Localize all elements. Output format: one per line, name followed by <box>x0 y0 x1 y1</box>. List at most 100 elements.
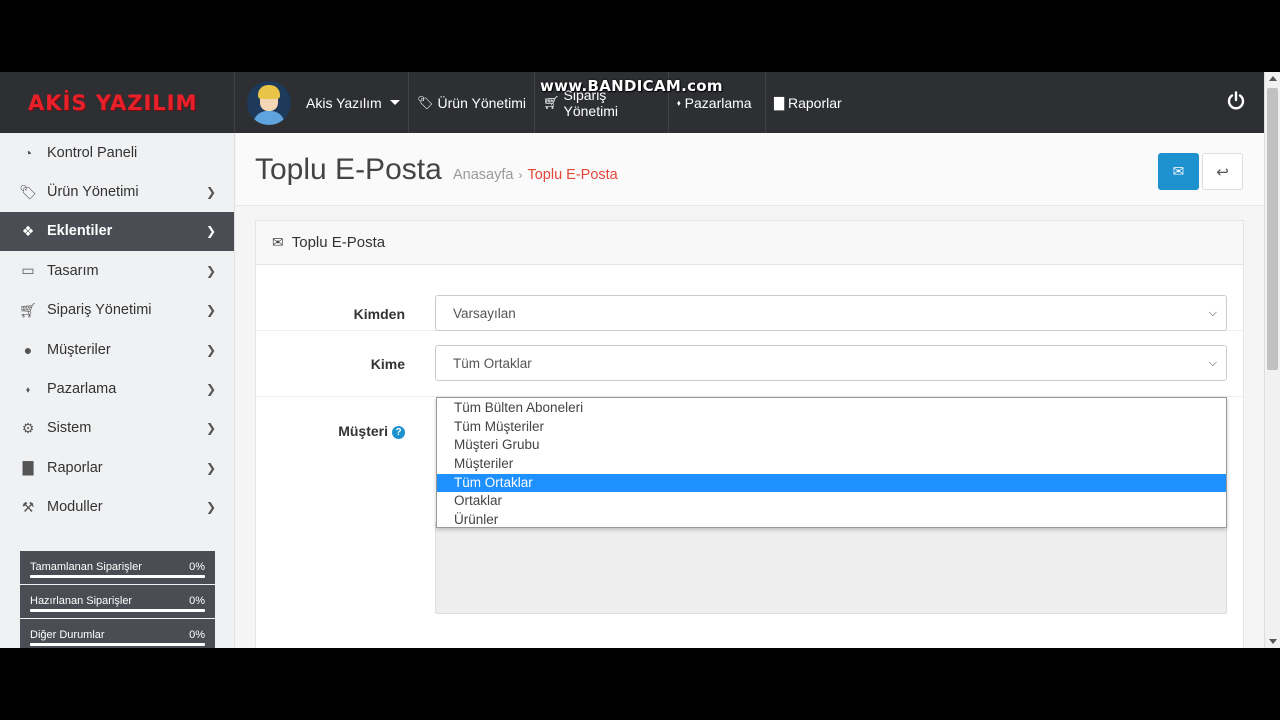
dropdown-option-selected[interactable]: Tüm Ortaklar <box>437 473 1226 493</box>
sidebar: ◔ Kontrol Paneli 🏷︎ Ürün Yönetimi ❯ ❖ Ek… <box>0 133 235 648</box>
dropdown-option[interactable]: Ortaklar <box>437 492 1226 511</box>
from-select[interactable]: Varsayılan ⌵ <box>435 295 1227 331</box>
topnav-urun-yonetimi[interactable]: 🏷︎ Ürün Yönetimi <box>409 72 535 133</box>
page-title: Toplu E-Posta <box>255 153 442 186</box>
form-row-to: Kime Tüm Ortaklar ⌵ <box>256 331 1243 397</box>
stat-value: 0% <box>189 561 205 573</box>
progress-bar <box>30 609 205 612</box>
breadcrumb-separator-icon: › <box>518 168 523 182</box>
sidebar-item-label: Sipariş Yönetimi <box>47 302 152 319</box>
chevron-right-icon: ❯ <box>205 303 216 318</box>
bar-chart-icon: ▇ <box>774 94 784 110</box>
topnav-label: Ürün Yönetimi <box>437 94 526 111</box>
form-row-from: Kimden Varsayılan ⌵ <box>256 265 1243 331</box>
sidebar-item-label: Pazarlama <box>47 381 117 398</box>
dropdown-option[interactable]: Ürünler <box>437 511 1226 530</box>
help-icon[interactable]: ? <box>392 426 405 439</box>
share-icon: ⬪ <box>677 94 681 110</box>
scroll-up-icon[interactable] <box>1269 76 1277 81</box>
avatar <box>247 80 291 125</box>
scroll-down-icon[interactable] <box>1269 639 1277 644</box>
tags-icon: 🏷︎ <box>417 94 434 110</box>
sidebar-item-label: Ürün Yönetimi <box>47 184 139 201</box>
topnav-raporlar[interactable]: ▇ Raporlar <box>766 72 856 133</box>
panel-title: Toplu E-Posta <box>291 234 386 251</box>
customer-input-area[interactable] <box>435 522 1227 614</box>
page-scrollbar[interactable] <box>1264 72 1280 648</box>
topnav-label: Raporlar <box>788 94 842 111</box>
stat-other-statuses: Diğer Durumlar 0% <box>20 619 215 648</box>
sidebar-item-label: Sistem <box>47 420 92 437</box>
sidebar-item-moduller[interactable]: ⚒︎ Moduller ❯ <box>0 488 234 527</box>
puzzle-icon: ❖ <box>21 222 35 239</box>
sidebar-item-label: Müşteriler <box>47 341 111 358</box>
breadcrumb-home[interactable]: Anasayfa <box>453 167 513 183</box>
chevron-right-icon: ❯ <box>205 382 216 397</box>
plug-icon: ⚒︎ <box>21 498 35 515</box>
chevron-right-icon: ❯ <box>205 185 216 200</box>
reply-icon: ↩︎ <box>1216 163 1229 181</box>
envelope-icon: ✉︎ <box>1172 163 1185 179</box>
sidebar-item-label: Eklentiler <box>47 223 113 240</box>
stat-label: Tamamlanan Siparişler <box>30 561 142 573</box>
stat-value: 0% <box>189 629 205 641</box>
chevron-right-icon: ❯ <box>205 500 216 515</box>
cog-icon: ⚙︎ <box>21 419 35 436</box>
send-email-button[interactable]: ✉︎ <box>1158 153 1199 190</box>
power-icon[interactable] <box>1226 91 1248 113</box>
tags-icon: 🏷︎ <box>19 183 37 200</box>
breadcrumb-current[interactable]: Toplu E-Posta <box>527 167 617 183</box>
sidebar-item-urun-yonetimi[interactable]: 🏷︎ Ürün Yönetimi ❯ <box>0 172 234 211</box>
stat-label: Hazırlanan Siparişler <box>30 595 133 607</box>
sidebar-item-eklentiler[interactable]: ❖ Eklentiler ❯ <box>0 211 234 252</box>
page-header: Toplu E-Posta Anasayfa › Toplu E-Posta ✉︎ … <box>236 133 1264 206</box>
sidebar-item-label: Kontrol Paneli <box>47 144 138 161</box>
cart-icon: 🛒︎ <box>543 94 560 110</box>
customer-label-text: Müşteri <box>338 423 388 439</box>
topnav-label: Pazarlama <box>684 94 752 111</box>
from-label: Kimden <box>353 306 405 322</box>
dropdown-option[interactable]: Tüm Müşteriler <box>437 418 1226 437</box>
sidebar-item-kontrol-paneli[interactable]: ◔ Kontrol Paneli <box>0 133 234 172</box>
back-button[interactable]: ↩︎ <box>1202 153 1243 190</box>
sidebar-item-label: Moduller <box>47 499 103 516</box>
sidebar-item-siparis-yonetimi[interactable]: 🛒︎ Sipariş Yönetimi ❯ <box>0 291 234 330</box>
brand-logo[interactable]: AKİS YAZILIM <box>0 72 235 133</box>
chevron-down-icon: ⌵ <box>1208 357 1217 369</box>
to-select-value: Tüm Ortaklar <box>453 355 532 371</box>
stat-processing-orders: Hazırlanan Siparişler 0% <box>20 585 215 618</box>
stat-value: 0% <box>189 595 205 607</box>
brand-logo-text: AKİS YAZILIM <box>28 90 198 115</box>
breadcrumb: Anasayfa › Toplu E-Posta <box>453 167 618 183</box>
to-label: Kime <box>370 356 405 372</box>
dropdown-option[interactable]: Müşteri Grubu <box>437 436 1226 455</box>
to-select[interactable]: Tüm Ortaklar ⌵ <box>435 345 1227 381</box>
progress-bar <box>30 643 205 646</box>
app-window: AKİS YAZILIM Akis Yazılım 🏷︎ Ürün Yöneti… <box>0 72 1280 648</box>
chevron-down-icon: ⌵ <box>1208 307 1217 319</box>
caret-down-icon <box>389 100 400 105</box>
envelope-icon: ✉︎ <box>272 234 284 250</box>
sidebar-item-label: Raporlar <box>47 459 103 476</box>
sidebar-item-sistem[interactable]: ⚙︎ Sistem ❯ <box>0 409 234 448</box>
chevron-right-icon: ❯ <box>205 460 216 475</box>
user-menu[interactable]: Akis Yazılım <box>235 72 409 133</box>
sidebar-item-pazarlama[interactable]: ⬪ Pazarlama ❯ <box>0 369 234 408</box>
sidebar-item-raporlar[interactable]: ▇ Raporlar ❯ <box>0 448 234 487</box>
sidebar-item-musteriler[interactable]: ● Müşteriler ❯ <box>0 330 234 369</box>
cart-icon: 🛒︎ <box>19 301 37 318</box>
dashboard-icon: ◔ <box>23 144 33 161</box>
customer-label: Müşteri? <box>338 423 405 439</box>
chevron-right-icon: ❯ <box>205 263 216 278</box>
sidebar-item-label: Tasarım <box>47 262 99 279</box>
chevron-right-icon: ❯ <box>205 342 216 357</box>
user-icon: ● <box>23 341 33 358</box>
sidebar-item-tasarim[interactable]: ▭ Tasarım ❯ <box>0 251 234 290</box>
scrollbar-thumb[interactable] <box>1267 88 1278 370</box>
dropdown-option[interactable]: Müşteriler <box>437 455 1226 474</box>
stat-label: Diğer Durumlar <box>30 629 105 641</box>
share-icon: ⬪ <box>26 380 30 397</box>
desktop-icon: ▭ <box>21 262 35 279</box>
dropdown-option[interactable]: Tüm Bülten Aboneleri <box>437 399 1226 418</box>
chevron-right-icon: ❯ <box>205 421 216 436</box>
